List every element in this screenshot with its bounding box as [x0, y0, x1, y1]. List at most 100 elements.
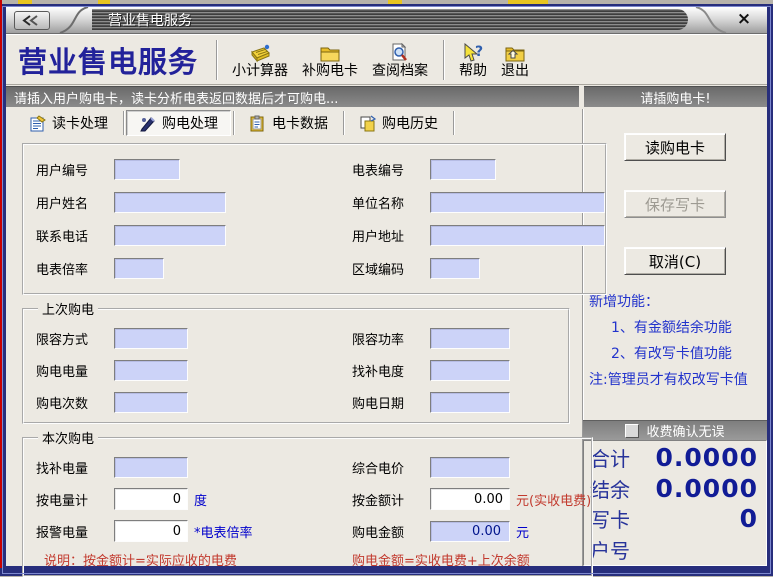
toolbar-separator: [443, 40, 444, 80]
close-button[interactable]: ×: [733, 9, 755, 29]
app-logo-icon: [14, 11, 50, 30]
adjust-qty-input[interactable]: [114, 457, 188, 478]
titlebar-curve-right: [694, 7, 728, 33]
fee-confirm-label: 收费确认无误: [646, 421, 724, 440]
limit-power-label: 限容功率: [352, 329, 430, 348]
card-data-tab-icon: [249, 115, 266, 132]
title-bar[interactable]: 营业售电服务 ×: [6, 7, 767, 34]
limit-mode-input[interactable]: [114, 328, 188, 349]
purchase-amount-input[interactable]: [430, 521, 510, 542]
status-message: 请插入用户购电卡，读卡分析电表返回数据后才可购电...: [14, 88, 338, 107]
view-archives-button[interactable]: 查阅档案: [365, 38, 435, 82]
background-window-edge: [0, 0, 2, 568]
by-energy-unit: 度: [194, 490, 207, 509]
help-button[interactable]: ? 帮助: [452, 38, 494, 82]
note-purchase-amount: 购电金额=实收电费+上次余额: [352, 550, 530, 569]
new-features-notes: 新增功能： 1、有金额结余功能 2、有改写卡值功能 注:管理员才有权改写卡值: [583, 275, 767, 393]
purchase-times-input[interactable]: [114, 392, 188, 413]
admin-note: 注:管理员才有权改写卡值: [589, 367, 765, 393]
purchase-amount-label: 购电金额: [352, 522, 430, 541]
limit-power-input[interactable]: [430, 328, 510, 349]
meter-ratio-label: 电表倍率: [36, 259, 114, 278]
window-title: 营业售电服务: [108, 10, 192, 30]
tab-separator: [453, 111, 454, 135]
write-card-value: 0: [630, 504, 758, 533]
history-tab-icon: [359, 115, 376, 132]
user-no-label: 用户编号: [36, 160, 114, 179]
status-row: 请插入用户购电卡，读卡分析电表返回数据后才可购电... 请插购电卡!: [6, 86, 767, 107]
tab-card-data-label: 电卡数据: [272, 113, 328, 133]
repurchase-card-button[interactable]: 补购电卡: [295, 38, 365, 82]
app-title: 营业售电服务: [18, 39, 198, 81]
adjust-degree-input[interactable]: [430, 360, 510, 381]
purchased-energy-label: 购电电量: [36, 361, 114, 380]
user-info-group: 用户编号 电表编号 用户姓名: [22, 143, 607, 295]
fee-confirm-bar: 收费确认无误: [583, 420, 767, 440]
tab-purchase[interactable]: 购电处理: [126, 110, 231, 136]
main-area: 读卡处理 购电处理: [6, 109, 582, 566]
by-energy-label: 按电量计: [36, 490, 114, 509]
titlebar-pill: 营业售电服务: [92, 9, 688, 30]
balance-label: 结余: [590, 474, 630, 503]
phone-input[interactable]: [114, 225, 226, 246]
alarm-qty-unit: *电表倍率: [194, 522, 253, 541]
by-amount-input[interactable]: [430, 488, 510, 510]
save-write-card-button[interactable]: 保存写卡: [624, 190, 726, 218]
purchase-times-label: 购电次数: [36, 393, 114, 412]
help-label: 帮助: [459, 63, 487, 80]
combined-price-label: 综合电价: [352, 458, 430, 477]
svg-text:?: ?: [475, 44, 483, 60]
tab-card-data[interactable]: 电卡数据: [236, 110, 341, 136]
tab-bar: 读卡处理 购电处理: [6, 109, 582, 137]
last-purchase-title: 上次购电: [38, 299, 98, 318]
by-amount-unit: 元(实收电费): [516, 490, 591, 509]
tab-separator: [343, 111, 344, 135]
address-label: 用户地址: [352, 226, 430, 245]
repurchase-card-label: 补购电卡: [302, 63, 358, 80]
exit-label: 退出: [501, 63, 529, 80]
by-energy-input[interactable]: [114, 488, 188, 510]
by-amount-label: 按金额计: [352, 490, 430, 509]
write-card-label: 写卡: [590, 504, 630, 533]
purchase-date-input[interactable]: [430, 392, 510, 413]
phone-label: 联系电话: [36, 226, 114, 245]
alarm-qty-input[interactable]: [114, 520, 188, 542]
search-document-icon: [389, 43, 411, 63]
last-purchase-group: 上次购电 限容方式 限容功率 购电电量: [22, 299, 570, 424]
user-no-input[interactable]: [114, 159, 180, 180]
read-card-tab-icon: [29, 115, 46, 132]
area-code-input[interactable]: [430, 258, 480, 279]
card-prompt-bar: 请插购电卡!: [584, 86, 767, 107]
meter-no-label: 电表编号: [352, 160, 430, 179]
totals-panel: 合计 0.0000 结余 0.0000 写卡 0 户号: [583, 440, 767, 566]
tab-read-card-label: 读卡处理: [52, 113, 108, 133]
address-input[interactable]: [430, 225, 605, 246]
cancel-button[interactable]: 取消(C): [624, 247, 726, 275]
calculator-button[interactable]: 小计算器: [225, 38, 295, 82]
meter-no-input[interactable]: [430, 159, 496, 180]
read-card-button[interactable]: 读购电卡: [624, 133, 726, 161]
purchase-amount-unit: 元: [516, 522, 529, 541]
app-window: 营业售电服务 × 营业售电服务: [0, 4, 773, 576]
user-name-input[interactable]: [114, 192, 226, 213]
tab-history[interactable]: 购电历史: [346, 110, 451, 136]
purchased-energy-input[interactable]: [114, 360, 188, 381]
current-purchase-group: 本次购电 找补电量 综合电价 按电量计: [22, 428, 593, 577]
combined-price-input[interactable]: [430, 457, 510, 478]
help-icon: ?: [461, 43, 485, 63]
new-feature-2: 2、有改写卡值功能: [589, 341, 765, 367]
meter-ratio-input[interactable]: [114, 258, 164, 279]
exit-icon: [503, 43, 527, 63]
view-archives-label: 查阅档案: [372, 63, 428, 80]
fee-confirm-checkbox[interactable]: [625, 424, 639, 438]
adjust-degree-label: 找补电度: [352, 361, 430, 380]
tab-history-label: 购电历史: [382, 113, 438, 133]
tab-read-card[interactable]: 读卡处理: [16, 110, 121, 136]
adjust-qty-label: 找补电量: [36, 458, 114, 477]
limit-mode-label: 限容方式: [36, 329, 114, 348]
unit-name-input[interactable]: [430, 192, 605, 213]
exit-button[interactable]: 退出: [494, 38, 536, 82]
new-features-title: 新增功能：: [589, 289, 765, 315]
tab-separator: [123, 111, 124, 135]
balance-value: 0.0000: [630, 474, 758, 503]
